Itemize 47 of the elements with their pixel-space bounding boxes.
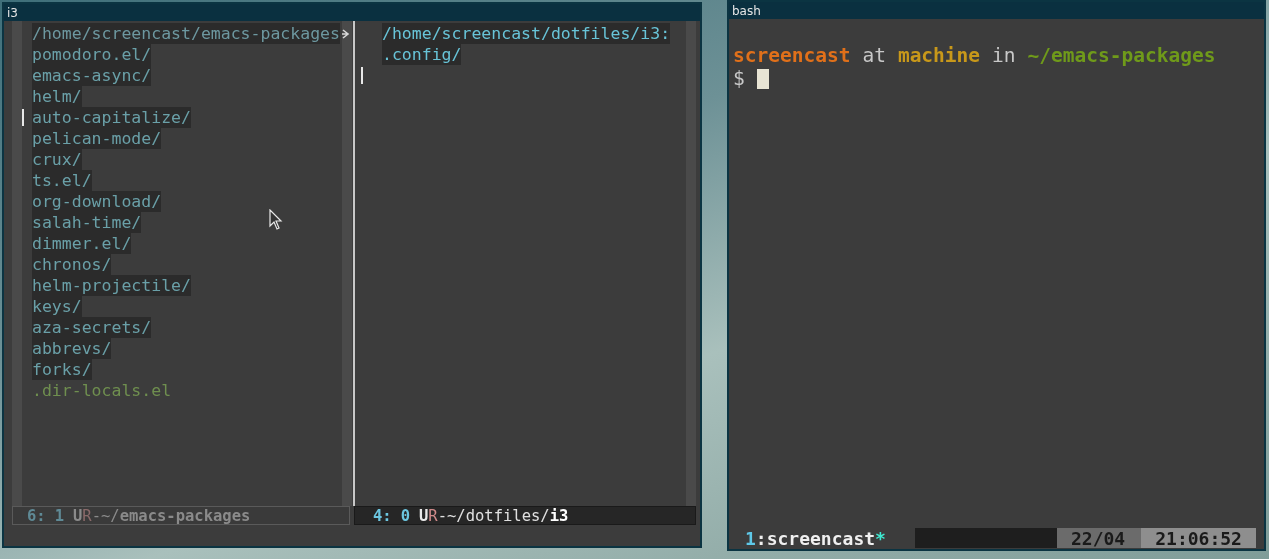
directory-entry[interactable]: emacs-async/	[32, 65, 152, 86]
directory-entry[interactable]: pomodoro.el/	[32, 44, 152, 65]
directory-entry[interactable]: .config/	[382, 44, 462, 65]
directory-entry[interactable]: auto-capitalize/	[32, 107, 191, 128]
session-label[interactable]: :screencast	[755, 527, 876, 549]
directory-header: /home/screencast/dotfiles/i3:	[382, 23, 671, 44]
session-label[interactable]: *	[875, 527, 886, 549]
directory-entry[interactable]: abbrevs/	[32, 338, 112, 359]
mode-line-text: R	[82, 506, 92, 525]
directory-entry[interactable]: chronos/	[32, 254, 112, 275]
prompt-symbol: $	[733, 67, 745, 90]
directory-entry[interactable]: dimmer.el/	[32, 233, 132, 254]
directory-entry[interactable]: ts.el/	[32, 170, 92, 191]
directory-entry[interactable]: helm-projectile/	[32, 275, 191, 296]
mode-line-text: 0	[400, 506, 410, 525]
prompt-text: machine	[897, 44, 981, 67]
mode-line-text: emacs-packages	[119, 506, 251, 525]
mode-line-text: -~/	[91, 506, 120, 525]
date-label: 22/04	[1057, 528, 1142, 548]
directory-entry[interactable]: org-download/	[32, 191, 162, 212]
mouse-pointer-icon	[269, 209, 283, 231]
block-cursor	[756, 68, 769, 89]
window-title: bash	[732, 3, 761, 18]
directory-entry[interactable]: pelican-mode/	[32, 128, 162, 149]
prompt-text: in	[992, 44, 1016, 67]
mode-line-text: R	[428, 506, 438, 525]
directory-entry[interactable]: helm/	[32, 86, 82, 107]
window-title: i3	[7, 5, 18, 20]
file-entry[interactable]: .dir-locals.el	[32, 380, 172, 401]
session-label[interactable]: 1	[745, 527, 756, 549]
directory-entry[interactable]: salah-time/	[32, 212, 142, 233]
directory-entry[interactable]: keys/	[32, 296, 82, 317]
directory-entry[interactable]: crux/	[32, 149, 82, 170]
mode-line-text: i3	[549, 506, 569, 525]
directory-entry[interactable]: aza-secrets/	[32, 317, 152, 338]
prompt-text: screencast	[733, 44, 851, 67]
mode-line-text: -~/dotfiles/	[437, 506, 550, 525]
prompt-text: at	[862, 44, 886, 67]
mode-line-text: 1	[54, 506, 64, 525]
prompt-text: ~/emacs-packages	[1027, 44, 1216, 67]
mode-line-text: 6:	[27, 506, 46, 525]
directory-header: /home/screencast/emacs-packages	[32, 23, 340, 44]
mode-line-text: U	[73, 506, 83, 525]
clock-label: 21:06:52	[1141, 528, 1256, 548]
mode-line-text: 4:	[373, 506, 392, 525]
mode-line-text: U	[419, 506, 429, 525]
directory-entry[interactable]: forks/	[32, 359, 92, 380]
